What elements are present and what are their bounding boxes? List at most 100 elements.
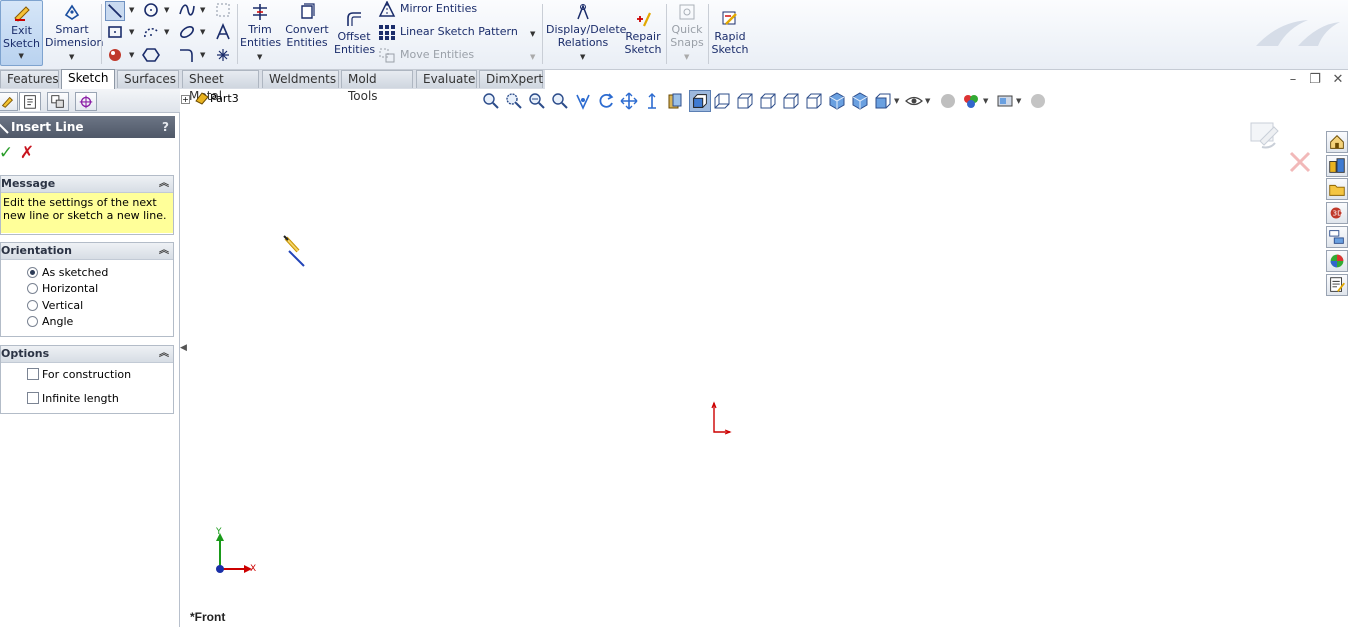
tab-sheet-metal[interactable]: Sheet Metal xyxy=(182,70,259,103)
chevron-down-icon[interactable]: ▼ xyxy=(164,6,169,14)
orientation-group-header[interactable]: Orientation ︽ xyxy=(1,243,173,260)
chevron-down-icon[interactable]: ▼ xyxy=(1016,97,1021,105)
close-button[interactable]: ✕ xyxy=(1329,72,1347,88)
view-settings-icon[interactable] xyxy=(996,92,1014,110)
panel-collapse-handle[interactable]: ◀ xyxy=(180,333,187,363)
ellipse-tool-icon[interactable] xyxy=(178,23,196,41)
tab-mold-tools[interactable]: Mold Tools xyxy=(341,70,413,103)
tab-sketch[interactable]: Sketch xyxy=(61,69,115,89)
rectangle-tool-icon[interactable] xyxy=(106,23,124,41)
chevron-down-icon[interactable]: ▼ xyxy=(19,50,24,63)
circle-tool-icon[interactable] xyxy=(142,1,160,19)
rotate-about-icon[interactable] xyxy=(574,92,592,110)
zoom-in-out-icon[interactable] xyxy=(551,92,569,110)
tab-weldments[interactable]: Weldments xyxy=(262,70,339,88)
chevron-down-icon[interactable]: ▼ xyxy=(69,51,74,64)
quick-snaps-button[interactable]: Quick Snaps ▼ xyxy=(669,0,705,66)
spline-tool-icon[interactable] xyxy=(178,1,196,19)
zoom-to-fit-icon[interactable] xyxy=(482,92,500,110)
trim-entities-button[interactable]: Trim Entities ▼ xyxy=(240,0,281,66)
message-group-header[interactable]: Message ︽ xyxy=(1,176,173,193)
front-view-icon[interactable] xyxy=(689,90,711,112)
hide-show-items-icon[interactable] xyxy=(905,92,923,110)
repair-sketch-button[interactable]: Repair Sketch xyxy=(624,7,662,73)
tab-dimxpert[interactable]: DimXpert xyxy=(479,70,543,88)
exit-sketch-button[interactable]: Exit Sketch ▼ xyxy=(0,0,43,66)
sketch-grid-icon[interactable] xyxy=(214,1,232,19)
dimxpert-manager-tab-icon[interactable] xyxy=(75,92,97,111)
isometric-view-icon[interactable] xyxy=(828,92,846,110)
flyout-feature-tree[interactable]: + Part3 xyxy=(181,91,239,107)
smart-dimension-button[interactable]: Smart Dimension ▼ xyxy=(45,0,103,66)
line-tool-icon[interactable] xyxy=(105,1,125,21)
feature-tree-tab-icon[interactable] xyxy=(0,92,18,111)
text-tool-icon[interactable] xyxy=(214,23,232,41)
file-explorer-icon[interactable] xyxy=(1326,178,1348,200)
radio-button[interactable] xyxy=(27,283,38,294)
offset-entities-button[interactable]: Offset Entities xyxy=(334,7,375,73)
minimize-button[interactable]: – xyxy=(1284,72,1302,88)
mirror-entities-button[interactable]: Mirror Entities xyxy=(378,1,477,21)
chevron-down-icon[interactable]: ▼ xyxy=(164,28,169,36)
roll-view-icon[interactable] xyxy=(643,92,661,110)
chevron-down-icon[interactable]: ▼ xyxy=(129,6,134,14)
design-library-icon[interactable] xyxy=(1326,155,1348,177)
sketch-fillet-icon[interactable] xyxy=(106,46,124,64)
display-style-icon[interactable] xyxy=(939,92,957,110)
view-palette-icon[interactable] xyxy=(1326,226,1348,248)
collapse-icon[interactable]: ︽ xyxy=(159,243,169,259)
options-group-header[interactable]: Options ︽ xyxy=(1,346,173,363)
top-view-icon[interactable] xyxy=(782,92,800,110)
infinite-length-checkbox[interactable]: Infinite length xyxy=(27,391,119,407)
chevron-down-icon[interactable]: ▼ xyxy=(200,6,205,14)
chevron-down-icon[interactable]: ▼ xyxy=(684,51,689,64)
appearances-icon[interactable] xyxy=(1326,250,1348,272)
home-icon[interactable] xyxy=(1326,131,1348,153)
back-view-icon[interactable] xyxy=(713,92,731,110)
radio-button[interactable] xyxy=(27,316,38,327)
cancel-sketch-corner-icon[interactable] xyxy=(1288,150,1312,174)
appearance-icon[interactable] xyxy=(962,92,980,110)
tab-features[interactable]: Features xyxy=(0,70,59,88)
chevron-down-icon[interactable]: ▼ xyxy=(894,97,899,105)
3d-drawing-view-icon[interactable] xyxy=(666,92,684,110)
configuration-manager-tab-icon[interactable] xyxy=(47,92,69,111)
chevron-down-icon[interactable]: ▼ xyxy=(129,28,134,36)
chevron-down-icon[interactable]: ▼ xyxy=(129,51,134,59)
realview-icon[interactable] xyxy=(1029,92,1047,110)
collapse-icon[interactable]: ︽ xyxy=(159,346,169,362)
previous-view-icon[interactable] xyxy=(528,92,546,110)
linear-sketch-pattern-button[interactable]: Linear Sketch Pattern xyxy=(378,24,518,44)
sketch-chamfer-icon[interactable] xyxy=(178,46,196,64)
rapid-sketch-button[interactable]: Rapid Sketch xyxy=(711,7,749,73)
chevron-down-icon[interactable]: ▼ xyxy=(983,97,988,105)
chevron-down-icon[interactable]: ▼ xyxy=(530,53,535,61)
radio-button[interactable] xyxy=(27,300,38,311)
rotate-view-icon[interactable] xyxy=(597,92,615,110)
convert-entities-button[interactable]: Convert Entities xyxy=(284,0,330,66)
display-delete-relations-button[interactable]: Display/Delete Relations ▼ xyxy=(546,0,626,66)
collapse-icon[interactable]: ︽ xyxy=(159,176,169,192)
pan-icon[interactable] xyxy=(620,92,638,110)
expand-icon[interactable]: + xyxy=(181,95,190,104)
checkbox[interactable] xyxy=(27,368,39,380)
point-tool-icon[interactable] xyxy=(214,46,232,64)
zoom-to-area-icon[interactable] xyxy=(505,92,523,110)
radio-as-sketched[interactable]: As sketched xyxy=(27,265,108,281)
tab-surfaces[interactable]: Surfaces xyxy=(117,70,179,88)
chevron-down-icon[interactable]: ▼ xyxy=(530,30,535,38)
chevron-down-icon[interactable]: ▼ xyxy=(925,97,930,105)
checkbox[interactable] xyxy=(27,392,39,404)
radio-angle[interactable]: Angle xyxy=(27,314,73,330)
trimetric-view-icon[interactable] xyxy=(851,92,869,110)
right-view-icon[interactable] xyxy=(759,92,777,110)
chevron-down-icon[interactable]: ▼ xyxy=(257,51,262,64)
radio-button[interactable] xyxy=(27,267,38,278)
exit-sketch-corner-icon[interactable] xyxy=(1248,117,1282,153)
property-manager-tab-icon[interactable] xyxy=(19,92,41,111)
chevron-down-icon[interactable]: ▼ xyxy=(200,28,205,36)
bottom-view-icon[interactable] xyxy=(805,92,823,110)
chevron-down-icon[interactable]: ▼ xyxy=(580,51,585,64)
for-construction-checkbox[interactable]: For construction xyxy=(27,367,131,383)
radio-horizontal[interactable]: Horizontal xyxy=(27,281,98,297)
